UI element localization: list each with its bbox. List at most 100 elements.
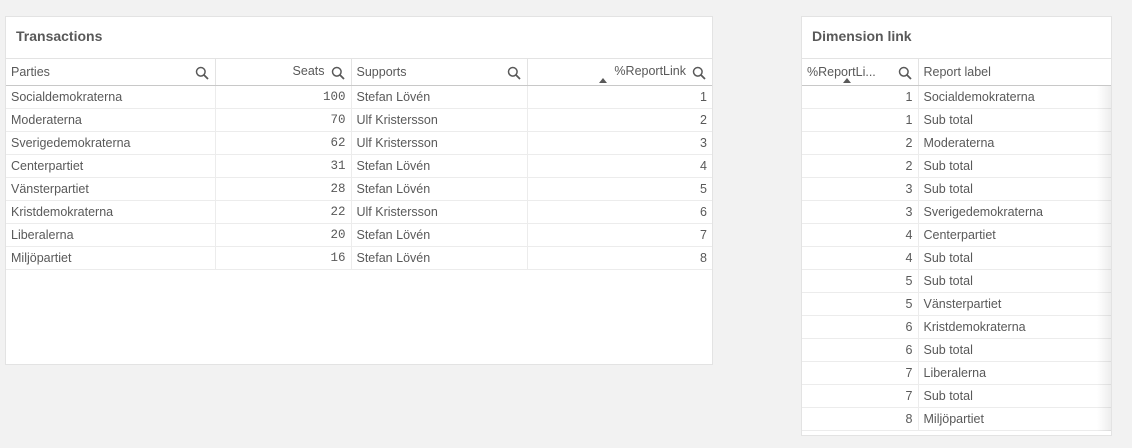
search-icon[interactable]	[195, 66, 209, 80]
cell-report-link[interactable]: 3	[802, 177, 919, 201]
transactions-table: Parties Seats Supports %ReportLink Socia…	[6, 58, 712, 270]
cell-report-label[interactable]: Sub total	[918, 108, 1111, 132]
table-row[interactable]: Liberalerna 20 Stefan Lövén 7	[6, 223, 712, 247]
cell-report-link[interactable]: 5	[802, 269, 919, 293]
cell-report-link[interactable]: 1	[802, 108, 919, 132]
cell-report-label[interactable]: Sub total	[918, 338, 1111, 362]
table-row[interactable]: 6 Sub total	[802, 338, 1111, 362]
cell-report-link[interactable]: 3	[527, 131, 712, 155]
table-row[interactable]: 7 Sub total	[802, 384, 1111, 408]
cell-report-label[interactable]: Sverigedemokraterna	[918, 200, 1111, 224]
table-row[interactable]: 3 Sverigedemokraterna	[802, 200, 1111, 224]
cell-report-link[interactable]: 6	[802, 315, 919, 339]
cell-report-label[interactable]: Liberalerna	[918, 361, 1111, 385]
cell-report-label[interactable]: Sub total	[918, 177, 1111, 201]
cell-report-label[interactable]: Centerpartiet	[918, 223, 1111, 247]
table-row[interactable]: 2 Moderaterna	[802, 131, 1111, 155]
cell-report-link[interactable]: 8	[802, 407, 919, 431]
cell-supports[interactable]: Ulf Kristersson	[351, 108, 528, 132]
cell-supports[interactable]: Ulf Kristersson	[351, 200, 528, 224]
sort-ascending-icon	[843, 78, 851, 83]
cell-parties[interactable]: Vänsterpartiet	[6, 177, 216, 201]
column-header-report-label[interactable]: Report label	[918, 58, 1111, 86]
cell-seats[interactable]: 62	[215, 131, 352, 155]
search-icon[interactable]	[507, 66, 521, 80]
cell-supports[interactable]: Stefan Lövén	[351, 246, 528, 270]
sort-ascending-icon	[598, 78, 607, 83]
cell-seats[interactable]: 28	[215, 177, 352, 201]
cell-report-link[interactable]: 5	[527, 177, 712, 201]
cell-report-label[interactable]: Sub total	[918, 269, 1111, 293]
cell-report-label[interactable]: Kristdemokraterna	[918, 315, 1111, 339]
search-icon[interactable]	[692, 66, 706, 80]
cell-parties[interactable]: Liberalerna	[6, 223, 216, 247]
search-icon[interactable]	[898, 66, 912, 80]
table-row[interactable]: Sverigedemokraterna 62 Ulf Kristersson 3	[6, 131, 712, 155]
column-header-parties[interactable]: Parties	[6, 58, 216, 86]
cell-report-link[interactable]: 2	[527, 108, 712, 132]
cell-report-link[interactable]: 6	[802, 338, 919, 362]
cell-supports[interactable]: Stefan Lövén	[351, 154, 528, 178]
cell-seats[interactable]: 22	[215, 200, 352, 224]
cell-seats[interactable]: 100	[215, 85, 352, 109]
cell-report-link[interactable]: 7	[802, 361, 919, 385]
cell-supports[interactable]: Stefan Lövén	[351, 177, 528, 201]
cell-report-link[interactable]: 1	[802, 85, 919, 109]
column-header-supports[interactable]: Supports	[351, 58, 528, 86]
cell-report-link[interactable]: 2	[802, 154, 919, 178]
cell-supports[interactable]: Stefan Lövén	[351, 85, 528, 109]
table-row[interactable]: Moderaterna 70 Ulf Kristersson 2	[6, 108, 712, 132]
cell-supports[interactable]: Stefan Lövén	[351, 223, 528, 247]
cell-report-label[interactable]: Sub total	[918, 246, 1111, 270]
cell-seats[interactable]: 16	[215, 246, 352, 270]
column-header-label: Report label	[923, 65, 991, 80]
table-row[interactable]: Vänsterpartiet 28 Stefan Lövén 5	[6, 177, 712, 201]
cell-report-link[interactable]: 8	[527, 246, 712, 270]
table-row[interactable]: Socialdemokraterna 100 Stefan Lövén 1	[6, 85, 712, 109]
cell-parties[interactable]: Miljöpartiet	[6, 246, 216, 270]
table-row[interactable]: 3 Sub total	[802, 177, 1111, 201]
table-row[interactable]: 5 Vänsterpartiet	[802, 292, 1111, 316]
cell-report-link[interactable]: 5	[802, 292, 919, 316]
search-icon[interactable]	[331, 66, 345, 80]
table-row[interactable]: Centerpartiet 31 Stefan Lövén 4	[6, 154, 712, 178]
cell-report-link[interactable]: 4	[527, 154, 712, 178]
cell-parties[interactable]: Socialdemokraterna	[6, 85, 216, 109]
cell-parties[interactable]: Sverigedemokraterna	[6, 131, 216, 155]
table-row[interactable]: 6 Kristdemokraterna	[802, 315, 1111, 339]
table-row[interactable]: 2 Sub total	[802, 154, 1111, 178]
table-row[interactable]: Miljöpartiet 16 Stefan Lövén 8	[6, 246, 712, 270]
table-row[interactable]: 5 Sub total	[802, 269, 1111, 293]
table-row[interactable]: 8 Miljöpartiet	[802, 407, 1111, 431]
table-row[interactable]: 4 Sub total	[802, 246, 1111, 270]
cell-report-link[interactable]: 6	[527, 200, 712, 224]
cell-seats[interactable]: 20	[215, 223, 352, 247]
cell-parties[interactable]: Kristdemokraterna	[6, 200, 216, 224]
cell-report-link[interactable]: 2	[802, 131, 919, 155]
cell-report-link[interactable]: 4	[802, 246, 919, 270]
cell-report-link[interactable]: 7	[802, 384, 919, 408]
cell-seats[interactable]: 70	[215, 108, 352, 132]
cell-seats[interactable]: 31	[215, 154, 352, 178]
cell-report-label[interactable]: Socialdemokraterna	[918, 85, 1111, 109]
table-row[interactable]: Kristdemokraterna 22 Ulf Kristersson 6	[6, 200, 712, 224]
table-row[interactable]: 7 Liberalerna	[802, 361, 1111, 385]
cell-supports[interactable]: Ulf Kristersson	[351, 131, 528, 155]
cell-report-label[interactable]: Sub total	[918, 154, 1111, 178]
cell-report-link[interactable]: 7	[527, 223, 712, 247]
column-header-seats[interactable]: Seats	[215, 58, 352, 86]
table-row[interactable]: 1 Socialdemokraterna	[802, 85, 1111, 109]
cell-parties[interactable]: Moderaterna	[6, 108, 216, 132]
cell-report-link[interactable]: 1	[527, 85, 712, 109]
cell-report-link[interactable]: 4	[802, 223, 919, 247]
table-row[interactable]: 1 Sub total	[802, 108, 1111, 132]
column-header-report-link[interactable]: %ReportLi...	[802, 58, 919, 86]
cell-report-label[interactable]: Moderaterna	[918, 131, 1111, 155]
table-row[interactable]: 4 Centerpartiet	[802, 223, 1111, 247]
cell-report-label[interactable]: Sub total	[918, 384, 1111, 408]
cell-parties[interactable]: Centerpartiet	[6, 154, 216, 178]
cell-report-label[interactable]: Miljöpartiet	[918, 407, 1111, 431]
column-header-report-link[interactable]: %ReportLink	[527, 58, 712, 86]
cell-report-label[interactable]: Vänsterpartiet	[918, 292, 1111, 316]
cell-report-link[interactable]: 3	[802, 200, 919, 224]
